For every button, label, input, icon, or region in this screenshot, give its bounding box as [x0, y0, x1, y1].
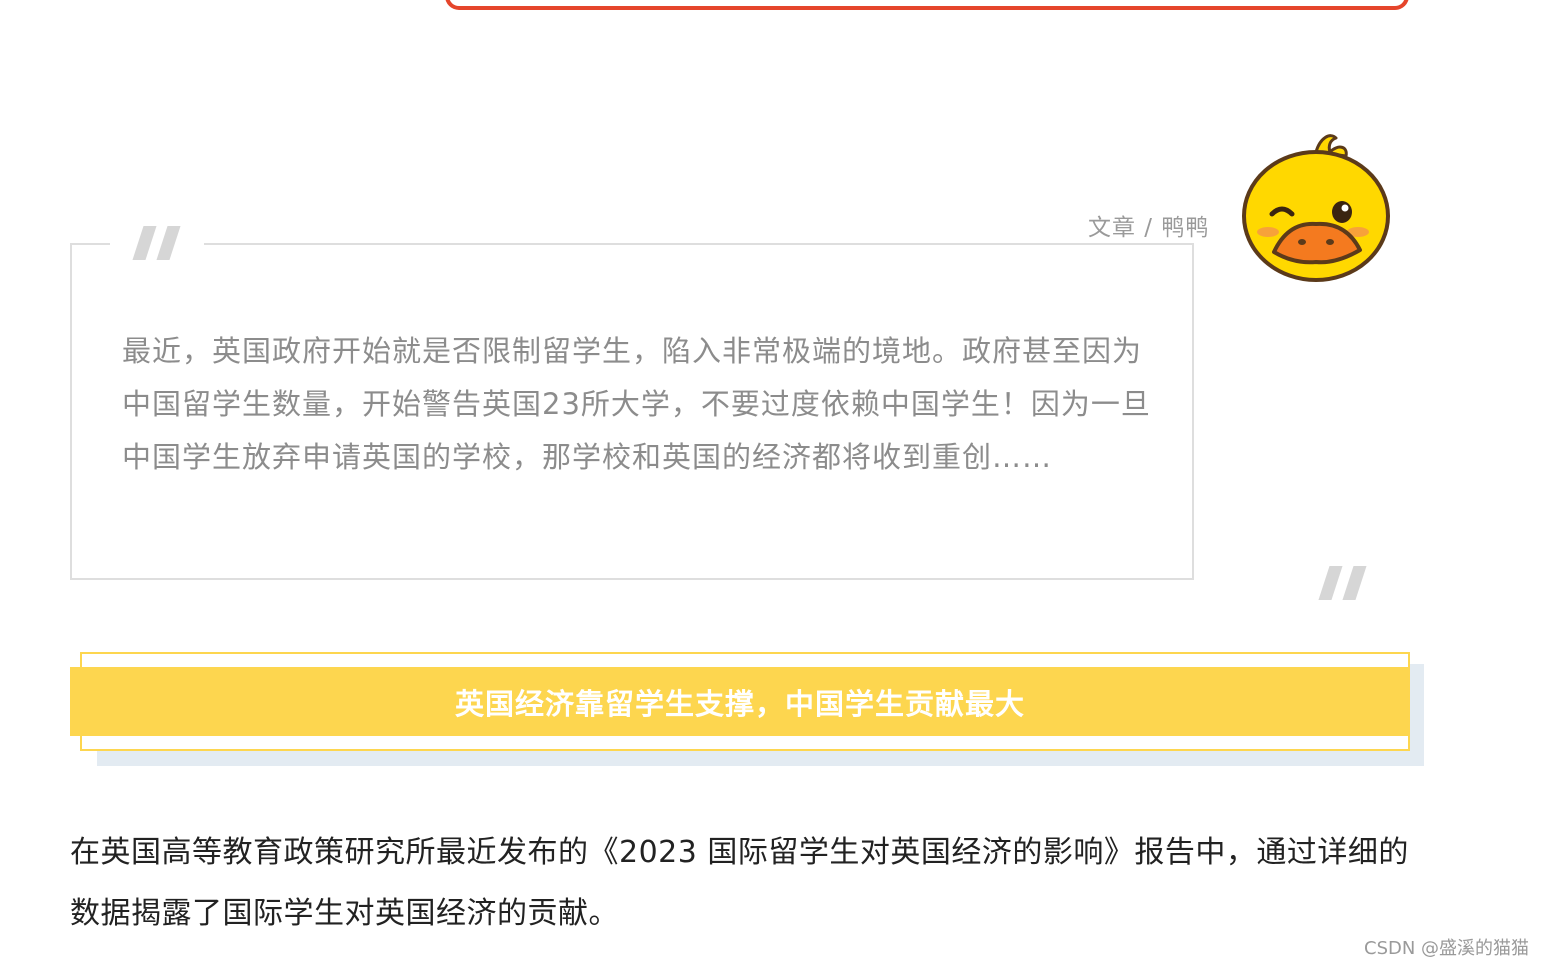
body-paragraph: 在英国高等教育政策研究所最近发布的《2023 国际留学生对英国经济的影响》报告中…	[70, 835, 1409, 931]
open-quote-icon	[110, 212, 204, 272]
close-quote-icon	[1316, 566, 1367, 600]
article-byline: 文章 / 鸭鸭	[1088, 215, 1210, 241]
section-heading-banner: 英国经济靠留学生支撑，中国学生贡献最大	[70, 667, 1410, 736]
quote-text: 最近，英国政府开始就是否限制留学生，陷入非常极端的境地。政府甚至因为中国留学生数…	[122, 334, 1151, 474]
yellow-duck-avatar-icon	[1242, 134, 1390, 282]
top-card-border	[445, 0, 1409, 10]
watermark: CSDN @盛溪的猫猫	[1364, 938, 1530, 959]
section-heading: 英国经济靠留学生支撑，中国学生贡献最大	[454, 686, 1025, 721]
